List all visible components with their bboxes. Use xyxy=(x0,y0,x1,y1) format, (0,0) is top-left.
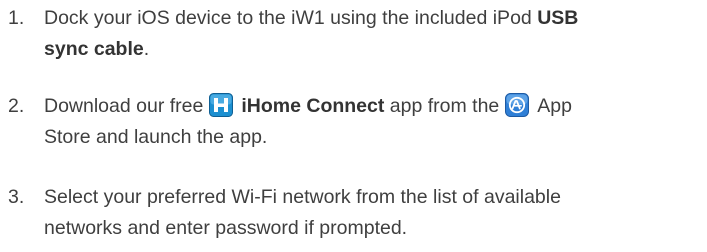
step-text-segment: Select your preferred Wi-Fi network from… xyxy=(44,186,561,208)
step-text-segment: App xyxy=(537,95,572,117)
step-line: Store and launch the app. xyxy=(44,122,704,153)
ihome-connect-label: iHome Connect xyxy=(241,95,385,117)
step-text-segment: app from the xyxy=(384,95,500,117)
app-store-icon xyxy=(505,93,530,117)
step-line: Dock your iOS device to the iW1 using th… xyxy=(44,3,704,34)
step-text-segment: Download our free xyxy=(44,95,204,117)
step-text: Dock your iOS device to the iW1 using th… xyxy=(44,3,704,65)
step-line: Select your preferred Wi-Fi network from… xyxy=(44,182,704,213)
step-text-segment: Store and launch the app. xyxy=(44,126,268,148)
step-text-segment: networks and enter password if prompted. xyxy=(44,217,408,239)
step-text: Select your preferred Wi-Fi network from… xyxy=(44,182,704,244)
usb-label: USB xyxy=(537,7,579,29)
step-number: 3. xyxy=(8,186,25,208)
step-text: Download our free iHome Connect app from… xyxy=(44,91,704,153)
step-line: sync cable. xyxy=(44,34,704,65)
sync-cable-label: sync cable xyxy=(44,38,144,60)
step-text-segment: Dock your iOS device to the iW1 using th… xyxy=(44,7,538,29)
step-line: networks and enter password if prompted. xyxy=(44,213,704,244)
step-text-segment: . xyxy=(143,38,150,60)
step-number: 2. xyxy=(8,95,25,117)
step-number: 1. xyxy=(8,7,25,29)
step-line: Download our free iHome Connect app from… xyxy=(44,91,704,122)
ihome-app-icon xyxy=(209,93,234,117)
instructions-list: 1. Dock your iOS device to the iW1 using… xyxy=(0,0,707,252)
